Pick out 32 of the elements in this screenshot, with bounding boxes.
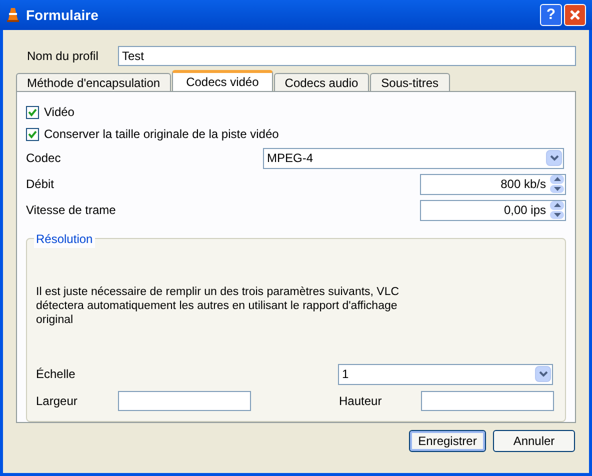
- checkbox[interactable]: [26, 106, 39, 118]
- spin-field[interactable]: 800 kb/s: [420, 174, 566, 194]
- resolution-note: Il est juste nécessaire de remplir un des trois paramètres suivants, VLC détectera automatiquement les autres en utilisant le rapport d'affichage original: [36, 285, 400, 327]
- scale-label: Échelle: [36, 366, 76, 383]
- width-field[interactable]: [118, 391, 251, 411]
- tab[interactable]: Méthode d'encapsulation: [16, 73, 172, 91]
- height-field[interactable]: [421, 391, 554, 411]
- dialog-button[interactable]: Enregistrer: [409, 430, 486, 452]
- codec-label: Codec: [26, 150, 62, 167]
- help-button[interactable]: ?: [540, 4, 562, 26]
- traffic-cone-icon: [6, 7, 20, 23]
- profile-name-field[interactable]: Test: [118, 46, 576, 66]
- width-label: Largeur: [36, 393, 78, 410]
- tab[interactable]: Sous-titres: [370, 73, 450, 91]
- dialog-button[interactable]: Annuler: [493, 430, 575, 452]
- scale-dropdown[interactable]: 1: [338, 364, 553, 384]
- tab[interactable]: Codecs audio: [274, 73, 370, 91]
- spin-buttons-icon[interactable]: [550, 201, 564, 219]
- tab[interactable]: Codecs vidéo: [172, 70, 273, 91]
- codec-dropdown[interactable]: MPEG-4: [263, 148, 564, 168]
- spin-field[interactable]: 0,00 ips: [420, 200, 566, 220]
- close-button[interactable]: [564, 4, 586, 26]
- checkbox-label: Vidéo: [44, 104, 74, 121]
- close-icon: [569, 9, 581, 21]
- field-label: Débit: [26, 176, 56, 193]
- spin-buttons-icon[interactable]: [550, 175, 564, 193]
- window-title: Formulaire: [26, 6, 98, 24]
- checkbox[interactable]: [26, 128, 39, 140]
- field-label: Vitesse de trame: [26, 202, 117, 219]
- height-label: Hauteur: [339, 393, 383, 410]
- checkbox-label: Conserver la taille originale de la piste vidéo: [44, 126, 279, 143]
- profile-name-label: Nom du profil: [26, 48, 100, 65]
